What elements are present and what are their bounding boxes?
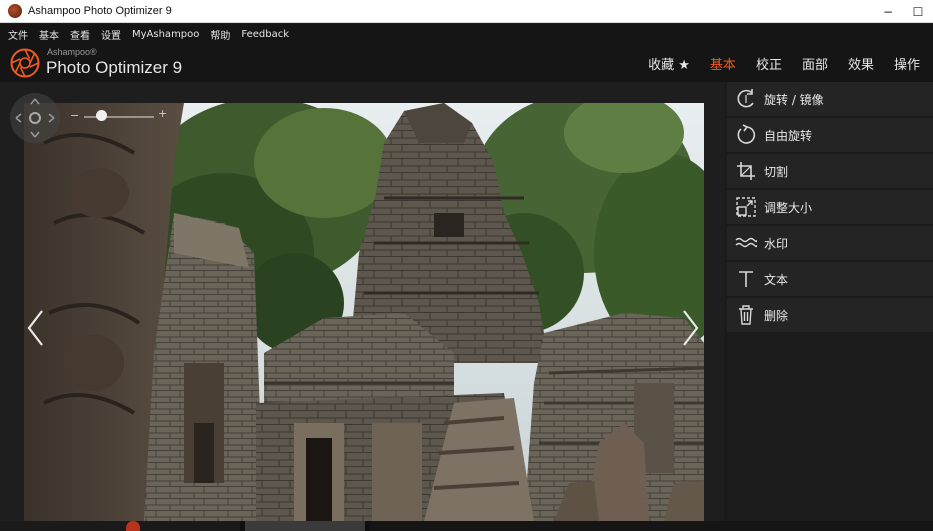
temple-photo: [24, 103, 704, 521]
filmstrip-segment: [0, 521, 240, 531]
app-icon: [8, 4, 22, 18]
tool-crop[interactable]: 切割: [727, 154, 933, 188]
resize-icon: [734, 195, 758, 219]
tool-resize[interactable]: 调整大小: [727, 190, 933, 224]
tool-free-rotate[interactable]: 自由旋转: [727, 118, 933, 152]
maximize-button[interactable]: ☐: [903, 0, 933, 23]
next-image-arrow-icon[interactable]: [680, 308, 702, 348]
window-title: Ashampoo Photo Optimizer 9: [28, 5, 172, 17]
brand-name: Photo Optimizer 9: [46, 58, 183, 77]
menu-feedback[interactable]: Feedback: [241, 29, 289, 40]
menu-view[interactable]: 查看: [70, 27, 90, 42]
zoom-out-button[interactable]: −: [70, 109, 79, 122]
tool-label: 自由旋转: [764, 128, 813, 143]
rotate-mirror-icon: [734, 87, 758, 111]
tool-delete[interactable]: 删除: [727, 298, 933, 332]
pan-navigator[interactable]: [10, 93, 60, 143]
tool-label: 删除: [764, 308, 789, 323]
brand-company: Ashampoo®: [47, 47, 97, 57]
aperture-logo-icon: [10, 48, 40, 78]
watermark-icon: [734, 231, 758, 255]
tool-watermark[interactable]: 水印: [727, 226, 933, 260]
crop-icon: [734, 159, 758, 183]
menu-file[interactable]: 文件: [8, 27, 28, 42]
menu-bar: 文件 基本 查看 设置 MyAshampoo 帮助 Feedback: [0, 24, 933, 45]
tab-favorites[interactable]: 收藏 ★: [648, 54, 690, 73]
tool-rotate-mirror[interactable]: 旋转 / 镜像: [727, 82, 933, 116]
text-icon: [734, 267, 758, 291]
previous-image-arrow-icon[interactable]: [24, 308, 46, 348]
pan-arrows-icon: [15, 98, 55, 138]
image-canvas[interactable]: − +: [0, 82, 724, 521]
filmstrip-bar: [0, 521, 933, 531]
filmstrip-segment: [245, 521, 365, 531]
tab-effects[interactable]: 效果: [848, 54, 874, 73]
menu-settings[interactable]: 设置: [101, 27, 121, 42]
menu-basic[interactable]: 基本: [39, 27, 59, 42]
menu-help[interactable]: 帮助: [210, 27, 230, 42]
trash-icon: [734, 303, 758, 327]
tool-label: 调整大小: [764, 200, 813, 215]
tab-basic[interactable]: 基本: [710, 54, 736, 73]
tab-face[interactable]: 面部: [802, 54, 828, 73]
tool-label: 切割: [764, 164, 789, 179]
app-header: Ashampoo® Photo Optimizer 9 收藏 ★ 基本 校正 面…: [0, 45, 933, 82]
free-rotate-icon: [734, 123, 758, 147]
window-controls: − ☐: [873, 0, 933, 23]
tool-label: 旋转 / 镜像: [764, 92, 824, 107]
menu-myashampoo[interactable]: MyAshampoo: [132, 29, 199, 40]
zoom-slider[interactable]: [84, 116, 154, 118]
zoom-slider-knob[interactable]: [96, 110, 107, 121]
tool-label: 文本: [764, 272, 789, 287]
tool-label: 水印: [764, 236, 789, 251]
filmstrip-segment: [370, 521, 933, 531]
minimize-button[interactable]: −: [873, 0, 903, 23]
category-tabs: 收藏 ★ 基本 校正 面部 效果 操作: [628, 45, 933, 82]
tool-panel: 旋转 / 镜像 自由旋转 切割 调整大小 水印 文本 删除: [724, 82, 933, 521]
filmstrip-marker-icon: [126, 521, 140, 531]
tool-text[interactable]: 文本: [727, 262, 933, 296]
tab-operations[interactable]: 操作: [894, 54, 920, 73]
window-titlebar: Ashampoo Photo Optimizer 9 − ☐: [0, 0, 933, 23]
tab-correction[interactable]: 校正: [756, 54, 782, 73]
zoom-in-button[interactable]: +: [158, 107, 167, 120]
